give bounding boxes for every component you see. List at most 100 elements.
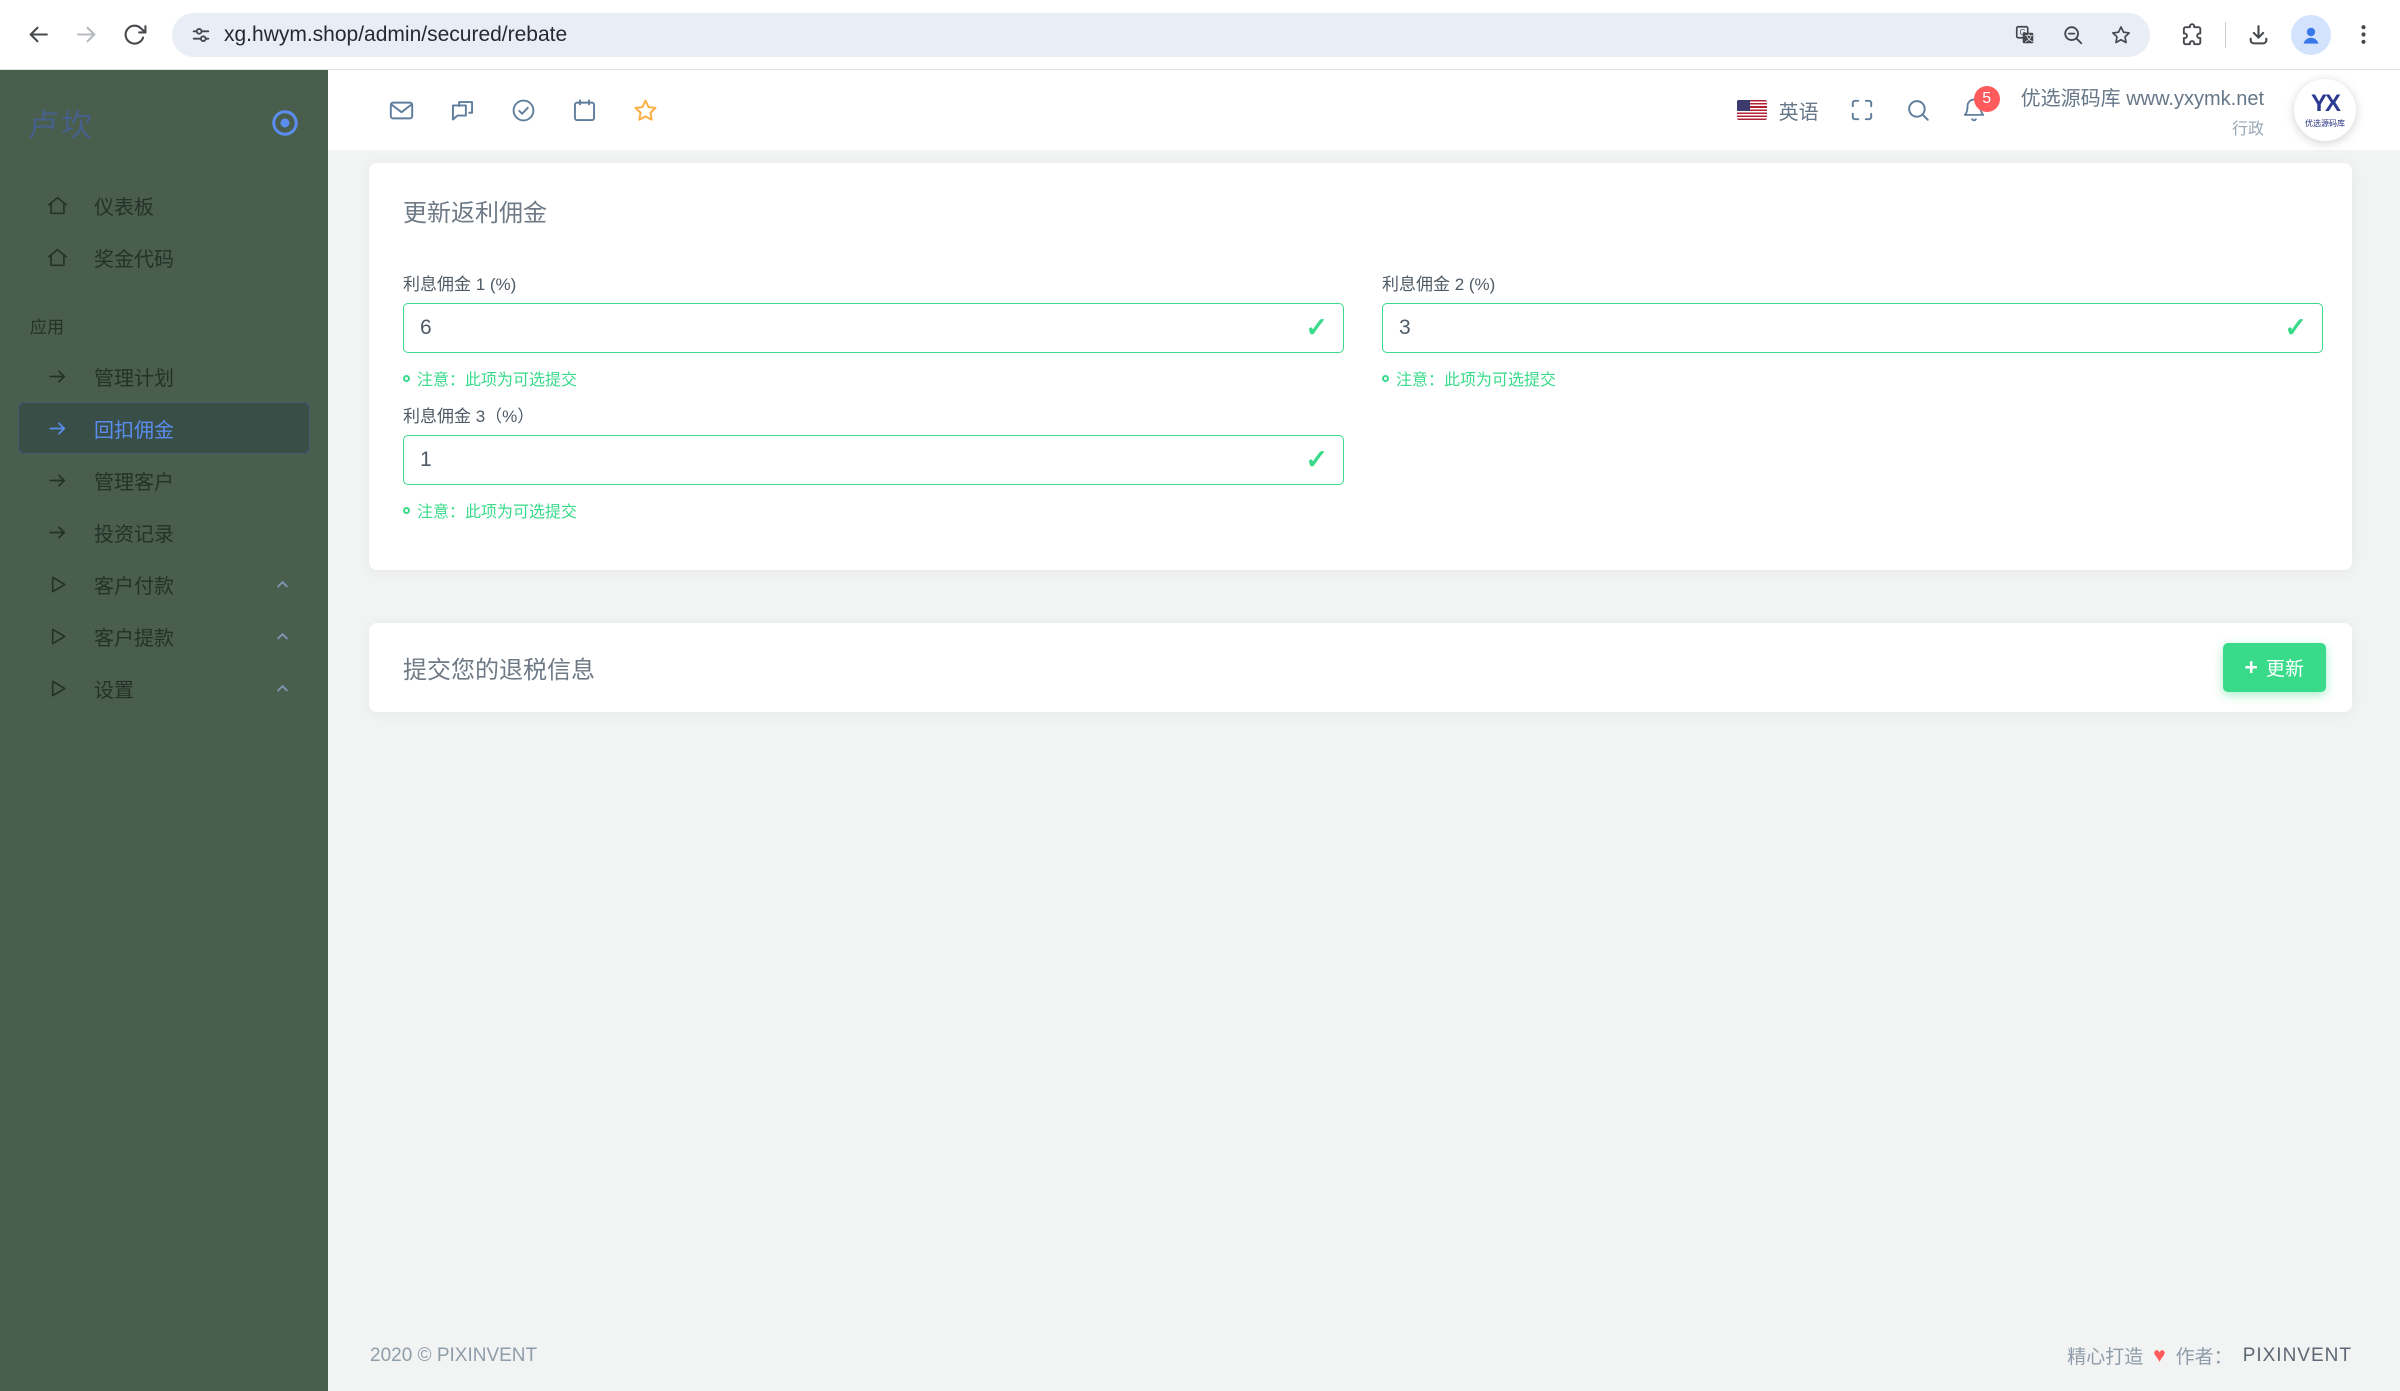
- browser-menu-icon[interactable]: [2351, 22, 2376, 47]
- valid-check-icon: ✓: [1305, 444, 1328, 475]
- sidebar-item-label: 奖金代码: [94, 248, 174, 271]
- commission-2-input[interactable]: [1382, 303, 2323, 353]
- url-text: xg.hwym.shop/admin/secured/rebate: [224, 22, 568, 46]
- url-bar[interactable]: xg.hwym.shop/admin/secured/rebate G文: [172, 12, 2150, 57]
- search-icon[interactable]: [1905, 97, 1931, 123]
- sidebar-item-label: 回扣佣金: [94, 419, 174, 442]
- triangle-right-icon: [51, 575, 66, 593]
- arrow-right-icon: [49, 369, 66, 383]
- translate-icon[interactable]: G文: [2014, 24, 2036, 46]
- sidebar-section-apps: 应用: [30, 318, 64, 337]
- notifications-button[interactable]: 5: [1961, 86, 2000, 123]
- avatar[interactable]: YX 优选源码库: [2294, 79, 2356, 141]
- card-title: 更新返利佣金: [403, 200, 547, 227]
- fullscreen-icon[interactable]: [1849, 97, 1875, 123]
- back-arrow-icon: [29, 26, 48, 43]
- sidebar-item-settings[interactable]: 设置: [18, 662, 310, 714]
- avatar-logo: YX: [2310, 89, 2341, 117]
- sidebar-item-manage-plans[interactable]: 管理计划: [18, 350, 310, 402]
- sidebar-item-label: 客户付款: [94, 575, 174, 598]
- update-button-label: 更新: [2265, 659, 2304, 680]
- home-icon: [48, 196, 67, 214]
- arrow-right-icon: [49, 525, 66, 539]
- commission-3-input[interactable]: [403, 435, 1344, 485]
- field-label: 利息佣金 1 (%): [403, 275, 517, 294]
- sidebar-item-manage-clients[interactable]: 管理客户: [18, 454, 310, 506]
- chevron-up-icon: [273, 627, 292, 646]
- user-menu[interactable]: 优选源码库 www.yxymk.net 行政: [2021, 82, 2264, 139]
- footer-brand: PIXINVENT: [2242, 1344, 2352, 1366]
- forward-arrow-icon: [76, 26, 95, 43]
- sidebar: 卢坎 仪表板 奖金代码 应用 管理计划 回扣佣金 管理客户 投资记录 客户付款 …: [0, 70, 328, 1391]
- field-label: 利息佣金 2 (%): [1382, 275, 1496, 294]
- app-topbar: 英语 5 优选源码库 www.yxymk.net 行政 YX 优选源码库: [328, 70, 2400, 150]
- sidebar-item-investment-records[interactable]: 投资记录: [18, 506, 310, 558]
- person-icon: [2303, 27, 2319, 44]
- brand-logo[interactable]: 卢坎: [28, 100, 94, 145]
- notification-badge: 5: [1973, 86, 2000, 112]
- user-name: 优选源码库 www.yxymk.net: [2020, 87, 2264, 110]
- sidebar-item-dashboard[interactable]: 仪表板: [18, 179, 310, 231]
- check-circle-icon[interactable]: [510, 97, 537, 124]
- downloads-icon[interactable]: [2246, 22, 2271, 47]
- note-bullet-icon: [403, 374, 410, 382]
- footer-made-text: 精心打造: [2067, 1347, 2144, 1368]
- sidebar-toggle[interactable]: [270, 108, 300, 138]
- sidebar-item-bonus-code[interactable]: 奖金代码: [18, 231, 310, 283]
- note-bullet-icon: [403, 506, 410, 514]
- favorites-star-icon[interactable]: [632, 97, 659, 124]
- browser-profile-button[interactable]: [2291, 14, 2331, 55]
- chat-icon[interactable]: [449, 97, 476, 124]
- browser-actions: [2166, 14, 2384, 55]
- commission-field-1: 利息佣金 1 (%) ✓ 注意：此项为可选提交: [403, 270, 1344, 390]
- sidebar-item-client-payments[interactable]: 客户付款: [18, 558, 310, 610]
- triangle-right-icon: [51, 627, 66, 645]
- plus-icon: +: [2244, 654, 2258, 680]
- footer-author-label: 作者：: [2175, 1347, 2233, 1368]
- heart-icon: ♥: [2153, 1343, 2166, 1367]
- rebate-commission-card: 更新返利佣金 利息佣金 1 (%) ✓ 注意：此项为可选提交: [369, 163, 2352, 570]
- submit-info-card: 提交您的退税信息 + 更新: [369, 623, 2352, 712]
- language-selector[interactable]: 英语: [1736, 96, 1819, 125]
- commission-field-3: 利息佣金 3（%） ✓ 注意：此项为可选提交: [403, 402, 1344, 522]
- browser-toolbar: xg.hwym.shop/admin/secured/rebate G文: [0, 0, 2400, 70]
- commission-1-input[interactable]: [403, 303, 1344, 353]
- field-note: 注意：此项为可选提交: [417, 372, 578, 389]
- update-button[interactable]: + 更新: [2222, 643, 2326, 692]
- bookmark-star-icon[interactable]: [2110, 24, 2132, 46]
- zoom-out-icon[interactable]: [2062, 24, 2084, 46]
- calendar-icon[interactable]: [571, 97, 598, 124]
- extensions-icon[interactable]: [2180, 22, 2205, 47]
- site-settings-icon[interactable]: [190, 24, 212, 46]
- us-flag-icon: [1736, 100, 1767, 120]
- commission-field-2: 利息佣金 2 (%) ✓ 注意：此项为可选提交: [1382, 270, 2323, 390]
- arrow-right-icon: [49, 421, 66, 435]
- radio-circle-icon: [272, 109, 298, 136]
- triangle-right-icon: [51, 679, 66, 697]
- field-label: 利息佣金 3（%）: [403, 407, 535, 426]
- arrow-right-icon: [49, 473, 66, 487]
- sidebar-item-label: 管理客户: [94, 471, 174, 494]
- submit-card-title: 提交您的退税信息: [403, 657, 595, 684]
- browser-reload-button[interactable]: [112, 13, 156, 57]
- field-note: 注意：此项为可选提交: [1396, 372, 1557, 389]
- sidebar-item-client-withdrawals[interactable]: 客户提款: [18, 610, 310, 662]
- field-note: 注意：此项为可选提交: [417, 504, 578, 521]
- avatar-caption: 优选源码库: [2305, 118, 2345, 128]
- sidebar-item-label: 仪表板: [94, 196, 154, 219]
- sidebar-menu: 仪表板 奖金代码 应用 管理计划 回扣佣金 管理客户 投资记录 客户付款 客户提…: [0, 165, 328, 714]
- sidebar-item-label: 设置: [94, 679, 134, 702]
- sidebar-item-label: 管理计划: [94, 367, 174, 390]
- note-bullet-icon: [1382, 374, 1389, 382]
- browser-back-button[interactable]: [16, 13, 60, 57]
- browser-forward-button[interactable]: [64, 13, 108, 57]
- chevron-up-icon: [273, 575, 292, 594]
- language-label: 英语: [1778, 101, 1819, 124]
- toolbar-divider: [2225, 21, 2226, 48]
- svg-text:文: 文: [2025, 33, 2033, 43]
- home-icon: [48, 248, 67, 266]
- sidebar-item-label: 客户提款: [94, 627, 174, 650]
- valid-check-icon: ✓: [2284, 312, 2307, 343]
- mail-icon[interactable]: [388, 97, 415, 124]
- sidebar-item-rebate-commission[interactable]: 回扣佣金: [18, 402, 310, 454]
